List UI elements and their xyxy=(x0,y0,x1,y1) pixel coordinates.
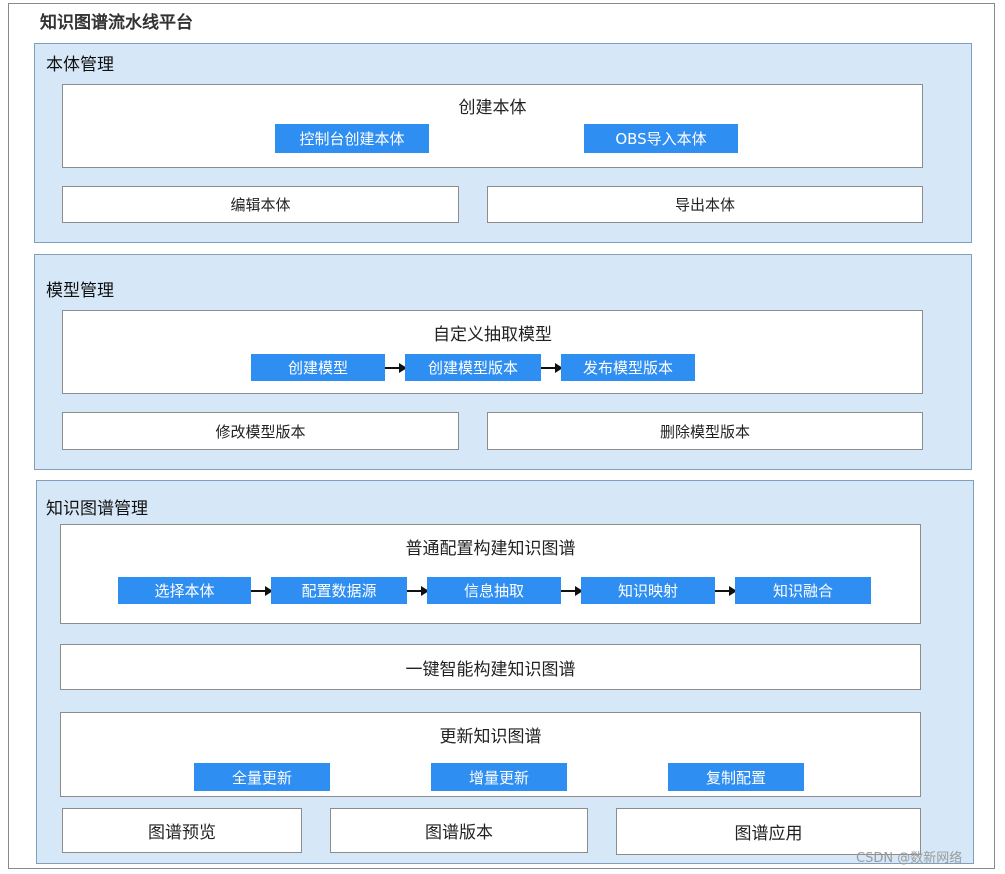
oneclick-build-kg-button[interactable]: 一键智能构建知识图谱 xyxy=(60,644,921,690)
custom-extract-model-title: 自定义抽取模型 xyxy=(433,324,552,345)
create-ontology-title: 创建本体 xyxy=(458,97,527,118)
create-model-version-step[interactable]: 创建模型版本 xyxy=(405,354,541,381)
edit-ontology-button[interactable]: 编辑本体 xyxy=(62,186,459,223)
copy-config-button[interactable]: 复制配置 xyxy=(668,763,804,791)
info-extraction-step[interactable]: 信息抽取 xyxy=(427,577,561,604)
kg-version-button[interactable]: 图谱版本 xyxy=(330,808,588,853)
arrow-icon xyxy=(561,586,583,596)
delete-model-version-button[interactable]: 删除模型版本 xyxy=(487,412,923,450)
arrow-icon xyxy=(385,363,407,373)
model-section-title: 模型管理 xyxy=(46,281,114,301)
arrow-icon xyxy=(541,363,563,373)
kg-preview-button[interactable]: 图谱预览 xyxy=(62,808,302,853)
update-kg-title: 更新知识图谱 xyxy=(439,726,542,747)
create-model-step[interactable]: 创建模型 xyxy=(251,354,385,381)
export-ontology-button[interactable]: 导出本体 xyxy=(487,186,923,223)
configure-datasource-step[interactable]: 配置数据源 xyxy=(271,577,407,604)
ontology-section-title: 本体管理 xyxy=(46,55,114,75)
console-create-ontology-button[interactable]: 控制台创建本体 xyxy=(275,124,429,153)
modify-model-version-button[interactable]: 修改模型版本 xyxy=(62,412,459,450)
publish-model-version-step[interactable]: 发布模型版本 xyxy=(561,354,695,381)
platform-title: 知识图谱流水线平台 xyxy=(40,13,193,33)
incremental-update-button[interactable]: 增量更新 xyxy=(431,763,567,791)
full-update-button[interactable]: 全量更新 xyxy=(194,763,330,791)
arrow-icon xyxy=(715,586,737,596)
arrow-icon xyxy=(251,586,273,596)
watermark-text: CSDN @数新网络 xyxy=(856,851,963,866)
normal-build-kg-title: 普通配置构建知识图谱 xyxy=(405,538,576,559)
obs-import-ontology-button[interactable]: OBS导入本体 xyxy=(584,124,738,153)
knowledge-fusion-step[interactable]: 知识融合 xyxy=(735,577,871,604)
select-ontology-step[interactable]: 选择本体 xyxy=(118,577,251,604)
knowledge-mapping-step[interactable]: 知识映射 xyxy=(581,577,715,604)
kg-section-title: 知识图谱管理 xyxy=(46,499,148,519)
arrow-icon xyxy=(407,586,429,596)
